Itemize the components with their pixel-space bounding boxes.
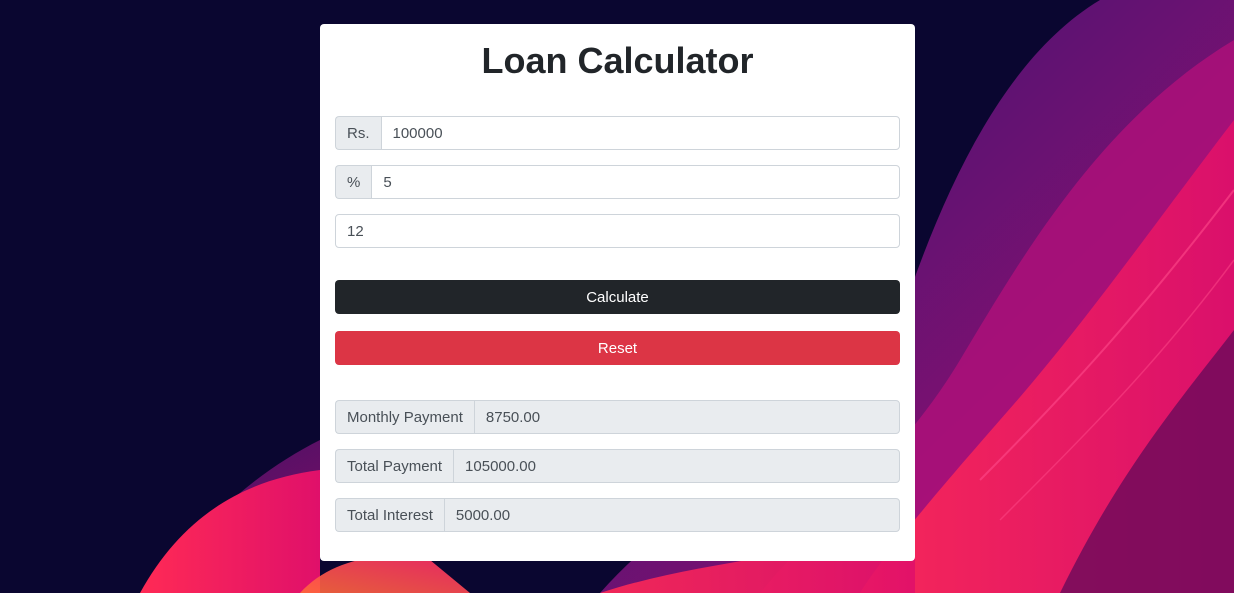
amount-prefix: Rs.: [335, 116, 381, 150]
years-input-group: [335, 214, 900, 248]
interest-prefix: %: [335, 165, 372, 199]
total-payment-output: [453, 449, 900, 483]
total-payment-label: Total Payment: [335, 449, 454, 483]
interest-input-group: %: [335, 165, 900, 199]
reset-button[interactable]: Reset: [335, 331, 900, 365]
monthly-payment-group: Monthly Payment: [335, 400, 900, 434]
calculate-button[interactable]: Calculate: [335, 280, 900, 314]
monthly-payment-label: Monthly Payment: [335, 400, 474, 434]
page-title: Loan Calculator: [481, 40, 754, 81]
total-interest-output: [443, 498, 900, 532]
amount-input-group: Rs.: [335, 116, 900, 150]
years-input[interactable]: [335, 214, 900, 248]
total-interest-label: Total Interest: [335, 498, 444, 532]
amount-input[interactable]: [380, 116, 900, 150]
interest-input[interactable]: [371, 165, 900, 199]
loan-calculator-card: Loan Calculator Rs. % Calculate Reset Mo…: [320, 24, 915, 561]
total-payment-group: Total Payment: [335, 449, 900, 483]
total-interest-group: Total Interest: [335, 498, 900, 532]
monthly-payment-output: [473, 400, 900, 434]
